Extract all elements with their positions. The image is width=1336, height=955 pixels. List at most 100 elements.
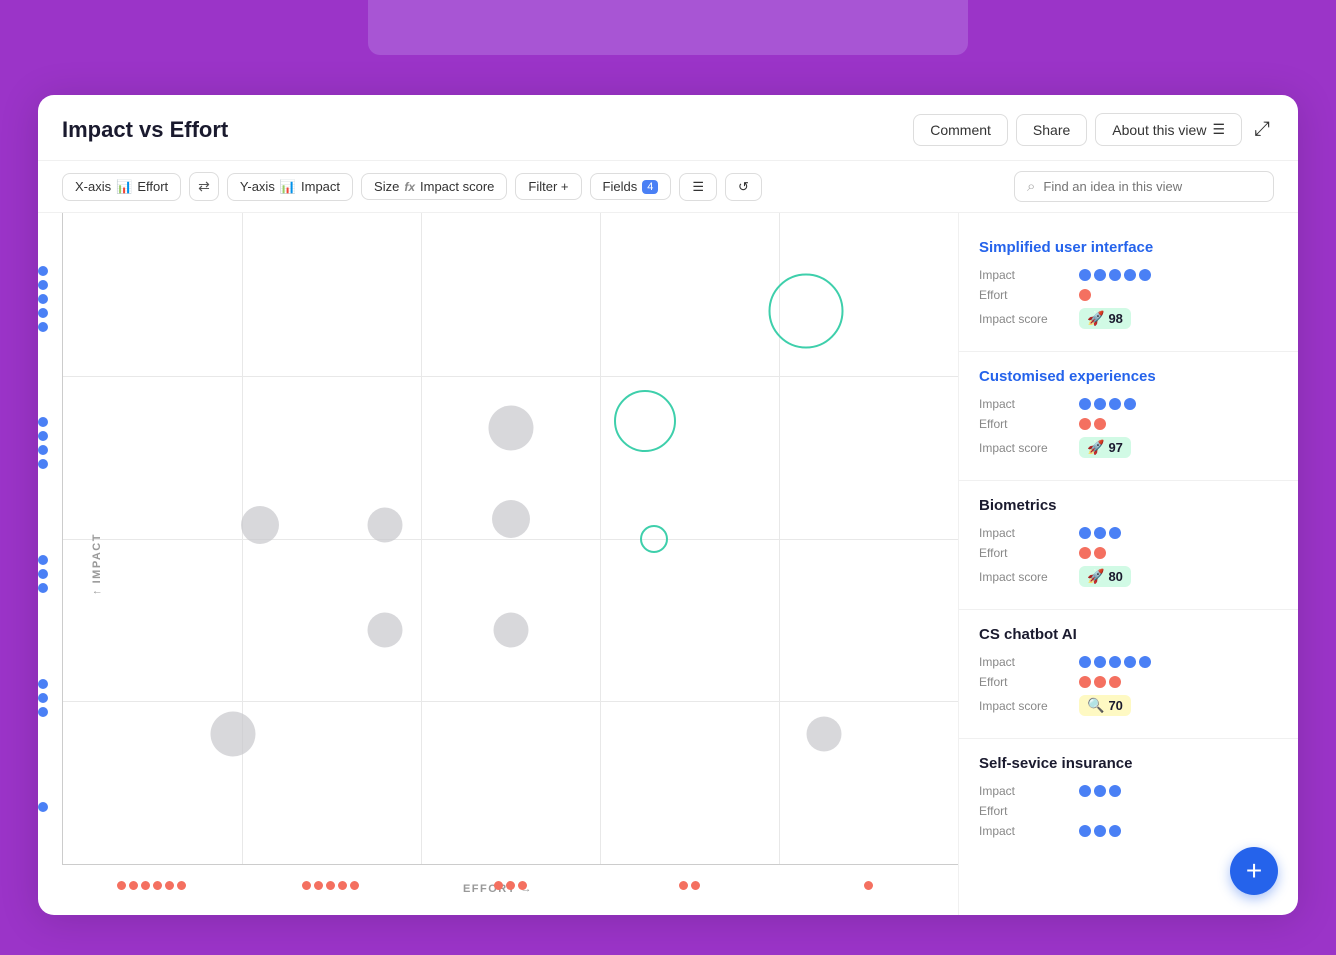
idea-card[interactable]: Self-sevice insurance Impact Effort Impa… (959, 739, 1298, 860)
impact-dot (1094, 398, 1106, 410)
y-dot (38, 802, 48, 812)
effort-label: Effort (979, 675, 1079, 689)
impact-dot (1079, 785, 1091, 797)
effort-row: Effort (979, 288, 1278, 302)
impact-row: Impact (979, 784, 1278, 798)
swap-axes-button[interactable]: ⇄ (189, 172, 219, 201)
impact-dot (1139, 269, 1151, 281)
impact-dot (1109, 269, 1121, 281)
impact-dot (1124, 269, 1136, 281)
h-divider (63, 539, 958, 540)
impact-dot (1094, 269, 1106, 281)
effort-row: Effort (979, 675, 1278, 689)
bubble[interactable] (368, 508, 403, 543)
impact-dot (1079, 527, 1091, 539)
effort-dots (1079, 418, 1106, 430)
impact-label: Impact (979, 268, 1079, 282)
share-button[interactable]: Share (1016, 114, 1087, 146)
size-picker[interactable]: Size fx Impact score (361, 173, 507, 200)
bar-chart-icon: 📊 (116, 179, 132, 195)
impact-dot (1094, 527, 1106, 539)
comment-button[interactable]: Comment (913, 114, 1008, 146)
sort-button[interactable]: ☰ (679, 173, 717, 201)
bubble[interactable] (806, 716, 841, 751)
effort-row: Effort (979, 546, 1278, 560)
bubble[interactable] (368, 612, 403, 647)
refresh-button[interactable]: ↺ (725, 173, 762, 201)
chart-area: EFFORT → ↑ IMPACT (38, 213, 958, 915)
bubble[interactable] (768, 273, 843, 348)
effort-row (62, 875, 958, 915)
effort-col-4 (600, 881, 779, 890)
idea-card[interactable]: Simplified user interface Impact Effort … (959, 223, 1298, 352)
yaxis-value: Impact (301, 179, 340, 194)
y-dot (38, 583, 48, 593)
idea-card[interactable]: Customised experiences Impact Effort Imp… (959, 352, 1298, 481)
xaxis-picker[interactable]: X-axis 📊 Effort (62, 173, 181, 201)
header: Impact vs Effort Comment Share About thi… (38, 95, 1298, 161)
filter-button[interactable]: Filter + (515, 173, 581, 200)
impact-row: Impact (979, 397, 1278, 411)
score-badge: 🚀80 (1079, 566, 1131, 587)
h-divider (63, 701, 958, 702)
v-divider (421, 213, 422, 864)
size-value: Impact score (420, 179, 494, 194)
fields-button[interactable]: Fields 4 (590, 173, 672, 200)
y-dot (38, 707, 48, 717)
score-row: Impact (979, 824, 1278, 838)
dot-group (38, 555, 48, 593)
effort-dot (1079, 289, 1091, 301)
idea-title: Biometrics (979, 497, 1278, 514)
bubble[interactable] (241, 506, 279, 544)
add-button[interactable]: + (1230, 847, 1278, 895)
idea-card[interactable]: Biometrics Impact Effort Impact score 🚀8… (959, 481, 1298, 610)
scatter-plot[interactable] (62, 213, 958, 865)
bubble[interactable] (493, 612, 528, 647)
fields-count: 4 (642, 180, 658, 194)
score-label: Impact score (979, 570, 1079, 584)
size-label: Size (374, 179, 399, 194)
effort-dots (1079, 676, 1121, 688)
search-container: ⌕ (1014, 171, 1274, 202)
right-panel: Simplified user interface Impact Effort … (958, 213, 1298, 915)
impact-dots (1079, 527, 1121, 539)
score-row: Impact score 🚀98 (979, 308, 1278, 329)
xaxis-label: X-axis (75, 179, 111, 194)
bubble[interactable] (211, 711, 256, 756)
y-dot (38, 322, 48, 332)
bubble[interactable] (488, 405, 533, 450)
idea-card[interactable]: CS chatbot AI Impact Effort Impact score… (959, 610, 1298, 739)
bubble[interactable] (492, 500, 530, 538)
impact-label: Impact (979, 526, 1079, 540)
dot-group (38, 417, 48, 469)
idea-cards-container: Simplified user interface Impact Effort … (959, 223, 1298, 860)
impact-dot (1094, 785, 1106, 797)
impact-dot (1079, 269, 1091, 281)
expand-button[interactable]: ⤢ (1250, 114, 1274, 145)
y-dot (38, 569, 48, 579)
bubble[interactable] (640, 525, 668, 553)
impact-dot (1109, 398, 1121, 410)
impact-dot (1139, 656, 1151, 668)
body-area: EFFORT → ↑ IMPACT (38, 213, 1298, 915)
bubble[interactable] (614, 390, 676, 452)
about-view-button[interactable]: About this view ☰ (1095, 113, 1242, 146)
impact-dot (1124, 398, 1136, 410)
effort-label: Effort (979, 804, 1079, 818)
toolbar: X-axis 📊 Effort ⇄ Y-axis 📊 Impact Size f… (38, 161, 1298, 213)
impact-dot (1109, 656, 1121, 668)
impact-row: Impact (979, 655, 1278, 669)
y-dot (38, 555, 48, 565)
search-input[interactable] (1043, 179, 1261, 194)
y-axis-dots (38, 213, 48, 865)
effort-dot (1094, 676, 1106, 688)
effort-dot (1109, 676, 1121, 688)
effort-col-5 (779, 881, 958, 890)
impact-row: Impact (979, 268, 1278, 282)
y-dot (38, 459, 48, 469)
effort-dots (1079, 289, 1091, 301)
effort-row: Effort (979, 417, 1278, 431)
dot-group (38, 679, 48, 717)
score-label: Impact score (979, 312, 1079, 326)
yaxis-picker[interactable]: Y-axis 📊 Impact (227, 173, 353, 201)
